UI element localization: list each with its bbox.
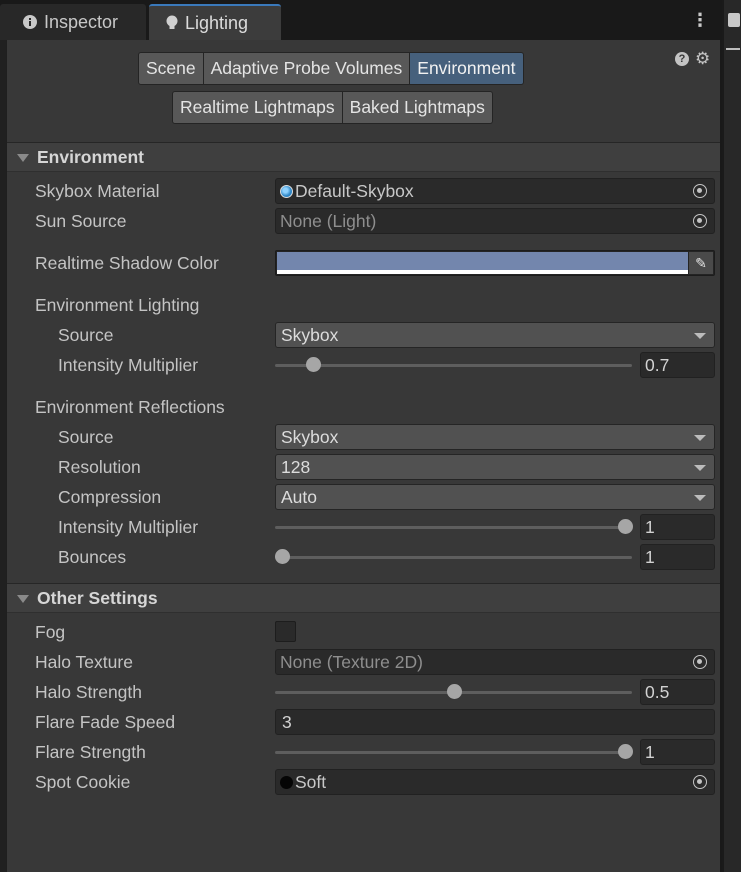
spot-cookie-value: Soft: [295, 772, 327, 792]
object-picker-icon[interactable]: [693, 775, 707, 789]
flare-strength-label: Flare Strength: [35, 742, 146, 762]
tab-adaptive-probe-volumes[interactable]: Adaptive Probe Volumes: [203, 52, 411, 85]
reflections-bounces-slider[interactable]: 1: [275, 544, 715, 570]
reflections-bounces-label: Bounces: [58, 547, 127, 567]
foldout-arrow-icon: [17, 595, 29, 603]
section-other-settings[interactable]: Other Settings: [7, 583, 720, 613]
lighting-source-dropdown[interactable]: Skybox: [275, 322, 715, 348]
fog-label: Fog: [35, 622, 66, 642]
tab-lighting[interactable]: Lighting: [149, 4, 281, 40]
environment-reflections-label: Environment Reflections: [35, 397, 225, 417]
sun-source-label: Sun Source: [35, 211, 127, 231]
section-environment-title: Environment: [37, 147, 144, 167]
sun-source-value: None (Light): [280, 211, 377, 231]
slider-track: [275, 751, 632, 754]
object-picker-icon[interactable]: [693, 184, 707, 198]
tab-baked-lightmaps[interactable]: Baked Lightmaps: [342, 91, 493, 124]
window-tab-strip: Inspector Lighting ⋮: [0, 0, 741, 40]
skybox-material-value: Default-Skybox: [295, 181, 414, 201]
section-other-settings-title: Other Settings: [37, 588, 158, 608]
flare-fade-speed-label: Flare Fade Speed: [35, 712, 176, 732]
lighting-mode-toolbar-row1: Scene Adaptive Probe Volumes Environment: [138, 52, 524, 85]
reflections-source-label: Source: [58, 427, 114, 447]
tab-inspector[interactable]: Inspector: [0, 4, 146, 40]
slider-thumb[interactable]: [305, 357, 321, 372]
color-swatch[interactable]: [277, 252, 688, 270]
halo-strength-input[interactable]: 0.5: [640, 679, 715, 705]
gear-icon[interactable]: ⚙: [695, 50, 710, 67]
lighting-intensity-input[interactable]: 0.7: [640, 352, 715, 378]
reflections-compression-value: Auto: [281, 487, 317, 507]
foldout-arrow-icon: [17, 154, 29, 162]
chevron-down-icon: [694, 495, 706, 501]
halo-strength-slider[interactable]: 0.5: [275, 679, 715, 705]
lighting-source-value: Skybox: [281, 325, 339, 345]
halo-texture-value: None (Texture 2D): [280, 652, 423, 672]
section-environment[interactable]: Environment: [7, 142, 720, 172]
alpha-bar: [277, 270, 688, 274]
reflections-resolution-value: 128: [281, 457, 311, 477]
reflections-resolution-dropdown[interactable]: 128: [275, 454, 715, 480]
reflections-source-dropdown[interactable]: Skybox: [275, 424, 715, 450]
slider-track: [275, 556, 632, 559]
skybox-material-label: Skybox Material: [35, 181, 160, 201]
chevron-down-icon: [694, 435, 706, 441]
tab-realtime-lightmaps[interactable]: Realtime Lightmaps: [172, 91, 343, 124]
chevron-down-icon: [694, 465, 706, 471]
flare-strength-slider[interactable]: 1: [275, 739, 715, 765]
slider-thumb[interactable]: [618, 519, 633, 534]
slider-thumb[interactable]: [275, 549, 290, 564]
realtime-shadow-color-field[interactable]: ✎: [275, 250, 715, 276]
reflections-intensity-slider[interactable]: 1: [275, 514, 715, 540]
realtime-shadow-color-label: Realtime Shadow Color: [35, 253, 219, 273]
halo-strength-label: Halo Strength: [35, 682, 143, 702]
reflections-intensity-input[interactable]: 1: [640, 514, 715, 540]
material-icon: [280, 185, 293, 198]
environment-lighting-label: Environment Lighting: [35, 295, 200, 315]
help-icon[interactable]: ?: [675, 52, 689, 66]
reflections-resolution-label: Resolution: [58, 457, 141, 477]
slider-track: [275, 364, 632, 367]
lightbulb-icon: [166, 15, 178, 29]
tab-lighting-label: Lighting: [185, 12, 249, 33]
info-icon: [23, 15, 37, 29]
reflections-compression-label: Compression: [58, 487, 162, 507]
reflections-bounces-input[interactable]: 1: [640, 544, 715, 570]
divider: [726, 48, 740, 50]
eyedropper-icon[interactable]: ✎: [689, 252, 713, 274]
fog-checkbox[interactable]: [275, 621, 296, 642]
panel-icon[interactable]: [728, 13, 740, 27]
tab-environment[interactable]: Environment: [410, 52, 524, 85]
right-panel-edge: [722, 0, 741, 872]
slider-track: [275, 526, 632, 529]
reflections-intensity-label: Intensity Multiplier: [58, 517, 199, 537]
halo-texture-field[interactable]: None (Texture 2D): [275, 649, 715, 675]
lighting-intensity-label: Intensity Multiplier: [58, 355, 199, 375]
flare-fade-speed-input[interactable]: 3: [275, 709, 715, 735]
halo-texture-label: Halo Texture: [35, 652, 133, 672]
slider-thumb[interactable]: [446, 684, 462, 699]
lighting-mode-toolbar-row2: Realtime Lightmaps Baked Lightmaps: [172, 91, 493, 124]
lighting-intensity-slider[interactable]: 0.7: [275, 352, 715, 378]
sun-source-field[interactable]: None (Light): [275, 208, 715, 234]
tab-scene[interactable]: Scene: [138, 52, 204, 85]
header-icons: ? ⚙: [675, 50, 710, 67]
slider-thumb[interactable]: [618, 744, 633, 759]
reflections-source-value: Skybox: [281, 427, 339, 447]
lighting-source-label: Source: [58, 325, 114, 345]
texture-icon: [280, 776, 293, 789]
more-options-icon[interactable]: ⋮: [690, 10, 710, 34]
reflections-compression-dropdown[interactable]: Auto: [275, 484, 715, 510]
object-picker-icon[interactable]: [693, 655, 707, 669]
tab-inspector-label: Inspector: [44, 11, 119, 32]
flare-strength-input[interactable]: 1: [640, 739, 715, 765]
chevron-down-icon: [694, 333, 706, 339]
object-picker-icon[interactable]: [693, 214, 707, 228]
spot-cookie-label: Spot Cookie: [35, 772, 131, 792]
spot-cookie-field[interactable]: Soft: [275, 769, 715, 795]
skybox-material-field[interactable]: Default-Skybox: [275, 178, 715, 204]
